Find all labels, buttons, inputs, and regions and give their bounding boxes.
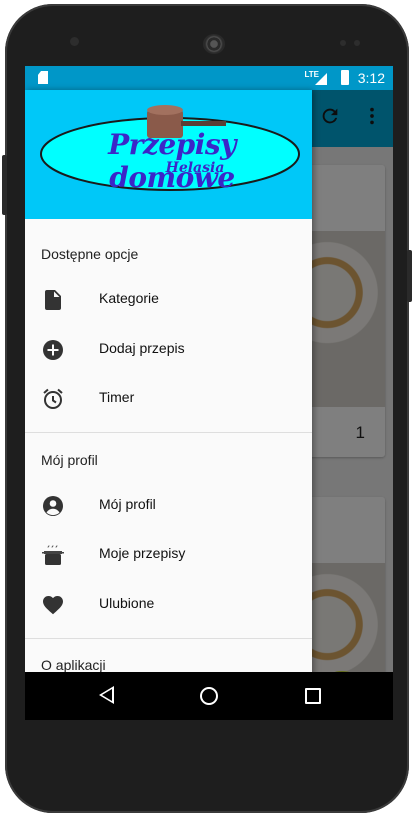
logo-subtitle: Helasia <box>165 160 225 176</box>
recent-apps-icon[interactable] <box>305 688 321 704</box>
menu-item-my-profile[interactable]: Mój profil <box>25 482 312 530</box>
section-title-available-options: Dostępne opcje <box>41 246 139 262</box>
menu-item-label: Kategorie <box>99 290 159 306</box>
menu-item-timer[interactable]: Timer <box>25 375 312 423</box>
back-icon[interactable] <box>99 686 114 704</box>
sensor-dot <box>354 40 360 46</box>
signal-icon <box>315 73 327 85</box>
menu-item-add-recipe[interactable]: Dodaj przepis <box>25 326 312 374</box>
drawer-header: Przepisy domowe Helasia <box>25 90 312 219</box>
earpiece-speaker <box>203 34 225 54</box>
pot-icon <box>41 543 65 567</box>
account-icon <box>41 494 65 518</box>
sd-card-icon <box>38 71 48 84</box>
side-button <box>2 155 7 215</box>
menu-item-label: Moje przepisy <box>99 545 186 561</box>
section-divider <box>25 432 312 433</box>
menu-item-label: Mój profil <box>99 496 156 512</box>
section-divider <box>25 638 312 639</box>
navigation-drawer: Przepisy domowe Helasia Dostępne opcje K… <box>25 90 312 720</box>
menu-item-label: Ulubione <box>99 595 155 611</box>
file-icon <box>41 288 65 312</box>
system-navigation-bar <box>25 672 393 720</box>
front-camera <box>70 37 79 46</box>
home-icon[interactable] <box>200 687 218 705</box>
side-button <box>407 250 412 302</box>
sensor-dot <box>340 40 346 46</box>
menu-item-categories[interactable]: Kategorie <box>25 276 312 324</box>
menu-item-favorites[interactable]: Ulubione <box>25 581 312 629</box>
battery-icon <box>341 70 349 85</box>
section-title-my-profile: Mój profil <box>41 452 98 468</box>
add-circle-icon <box>41 338 65 362</box>
menu-item-my-recipes[interactable]: Moje przepisy <box>25 531 312 579</box>
menu-item-label: Timer <box>99 389 135 405</box>
menu-item-label: Dodaj przepis <box>99 340 185 356</box>
section-title-about-app: O aplikacji <box>41 657 106 673</box>
status-time: 3:12 <box>357 70 385 86</box>
screen: 1 + LTE 3:12 Przepisy domowe Helasia Dos… <box>25 66 393 720</box>
heart-icon <box>41 593 65 617</box>
status-bar: LTE 3:12 <box>25 66 393 90</box>
alarm-icon <box>41 387 65 411</box>
